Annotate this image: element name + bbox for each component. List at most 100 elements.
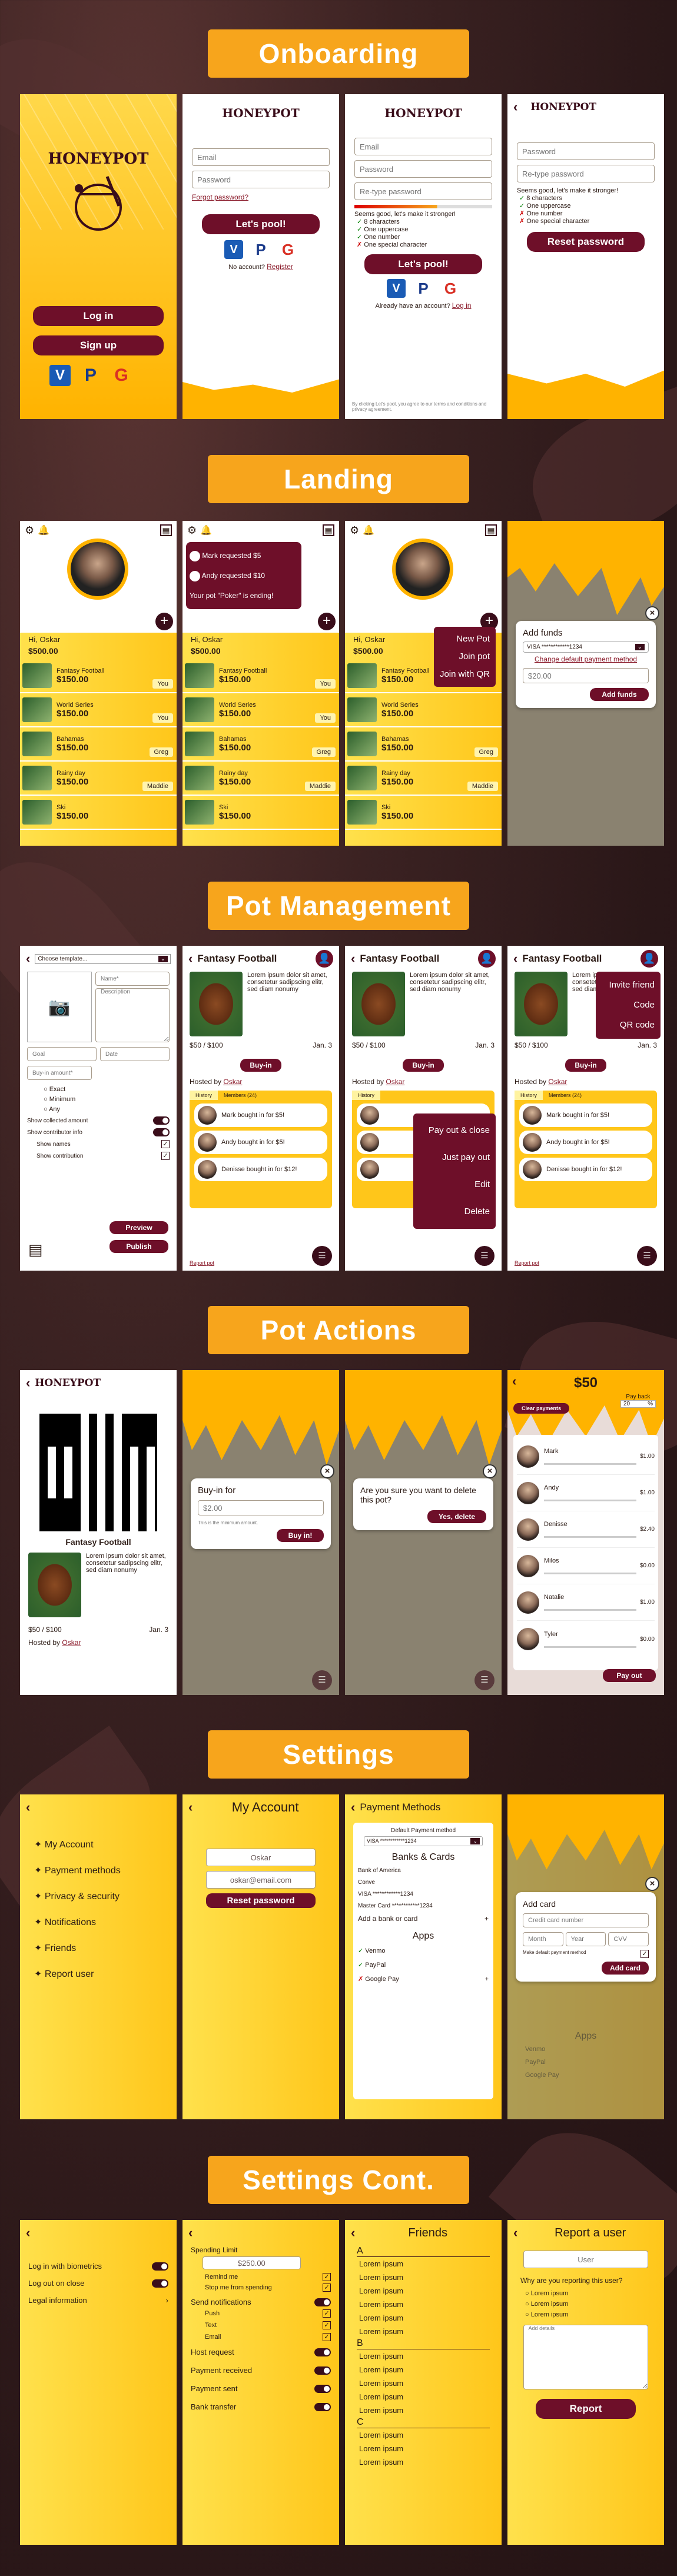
friend-item[interactable]: Lorem ipsum — [359, 2442, 490, 2455]
add-card-button[interactable]: Add card — [602, 1962, 649, 1975]
description-field[interactable] — [95, 988, 170, 1042]
join-pot-option[interactable]: Join pot — [440, 648, 490, 666]
friend-item[interactable]: Lorem ipsum — [359, 2455, 490, 2469]
back-icon[interactable]: ‹ — [26, 1800, 30, 1815]
friend-item[interactable]: Lorem ipsum — [359, 2257, 490, 2271]
host-link[interactable]: Oskar — [223, 1078, 242, 1086]
checkbox[interactable]: ✓ — [161, 1140, 170, 1148]
app-item[interactable]: ✓ Venmo — [358, 1944, 489, 1958]
name-field[interactable] — [205, 1849, 316, 1866]
checkbox[interactable]: ✓ — [323, 2333, 331, 2341]
settings-item-privacy[interactable]: ✦ Privacy & security — [34, 1884, 162, 1910]
qr-icon[interactable]: ▦ — [160, 524, 172, 536]
payout-button[interactable]: Pay out — [603, 1669, 656, 1682]
report-pot-link[interactable]: Report pot — [190, 1260, 214, 1266]
menu-icon[interactable]: ☰ — [312, 1246, 332, 1266]
settings-item-report[interactable]: ✦ Report user — [34, 1962, 162, 1987]
bell-icon[interactable]: 🔔 — [200, 524, 212, 536]
app-item[interactable]: ✗ Google Pay + — [358, 1972, 489, 1986]
notification-item[interactable]: Your pot "Poker" is ending! — [190, 586, 298, 606]
register-link[interactable]: Register — [267, 262, 293, 271]
back-icon[interactable]: ‹ — [512, 1374, 516, 1389]
retype-password-field[interactable] — [354, 182, 493, 200]
venmo-icon[interactable]: V — [49, 365, 71, 386]
buyin-field[interactable] — [27, 1066, 92, 1080]
report-pot-link[interactable]: Report pot — [515, 1260, 539, 1266]
checkbox[interactable]: ✓ — [323, 2321, 331, 2329]
user-field[interactable] — [523, 2251, 649, 2268]
report-button[interactable]: Report — [536, 2399, 636, 2419]
settings-item-notifications[interactable]: ✦ Notifications — [34, 1910, 162, 1936]
details-field[interactable] — [523, 2325, 649, 2389]
notification-item[interactable]: Andy requested $10 — [190, 566, 298, 586]
pot-item[interactable]: World Series $150.00 You — [182, 693, 339, 727]
back-icon[interactable]: ‹ — [513, 99, 517, 115]
back-icon[interactable]: ‹ — [188, 1800, 193, 1815]
back-icon[interactable]: ‹ — [188, 951, 193, 966]
user-icon[interactable]: 👤 — [641, 950, 658, 968]
new-pot-option[interactable]: New Pot — [440, 630, 490, 648]
friend-item[interactable]: Lorem ipsum — [359, 2349, 490, 2363]
payout-option[interactable]: Just pay out — [419, 1144, 490, 1171]
gear-icon[interactable]: ⚙ — [25, 524, 34, 537]
reason-option[interactable]: ○ Lorem ipsum — [525, 2309, 646, 2320]
qr-icon[interactable]: ▦ — [485, 524, 497, 536]
pot-item[interactable]: Bahamas $150.00 Greg — [20, 727, 177, 762]
buyin-button[interactable]: Buy-in — [240, 1059, 281, 1072]
add-funds-button[interactable]: Add funds — [590, 688, 649, 701]
pot-item[interactable]: Rainy day $150.00 Maddie — [345, 762, 502, 796]
host-link[interactable]: Oskar — [548, 1078, 567, 1086]
preview-button[interactable]: Preview — [109, 1221, 168, 1234]
reset-password-button[interactable]: Reset password — [527, 232, 645, 252]
user-icon[interactable]: 👤 — [478, 950, 496, 968]
bank-item[interactable]: Master Card ************1234 — [358, 1900, 489, 1912]
change-default-link[interactable]: Change default payment method — [523, 655, 649, 663]
date-field[interactable] — [100, 1047, 170, 1061]
friend-item[interactable]: Lorem ipsum — [359, 2376, 490, 2390]
toggle[interactable] — [153, 1128, 170, 1136]
tab-history[interactable]: History — [515, 1091, 543, 1100]
settings-item-friends[interactable]: ✦ Friends — [34, 1936, 162, 1962]
pot-item[interactable]: World Series $150.00 You — [20, 693, 177, 727]
edit-option[interactable]: Edit — [419, 1171, 490, 1198]
friend-item[interactable]: Lorem ipsum — [359, 2428, 490, 2442]
tab-history[interactable]: History — [352, 1091, 381, 1100]
pot-item[interactable]: Bahamas $150.00 Greg — [345, 727, 502, 762]
toggle[interactable] — [152, 2262, 168, 2271]
default-pm-select[interactable]: VISA ************1234 ⌄ — [364, 1836, 483, 1846]
back-icon[interactable]: ‹ — [26, 951, 30, 966]
bank-item[interactable]: Conve — [358, 1877, 489, 1889]
toggle[interactable] — [314, 2348, 331, 2356]
checkbox[interactable]: ✓ — [323, 2309, 331, 2318]
template-select[interactable]: Choose template... ⌄ — [35, 953, 171, 964]
pot-item[interactable]: Ski $150.00 — [20, 796, 177, 830]
plus-icon[interactable]: + — [155, 613, 173, 630]
invite-friend-option[interactable]: Invite friend — [602, 975, 655, 995]
qr-code-option[interactable]: QR code — [602, 1015, 655, 1035]
google-icon[interactable]: G — [278, 240, 297, 259]
settings-item-payment[interactable]: ✦ Payment methods — [34, 1858, 162, 1884]
close-icon[interactable]: × — [645, 606, 659, 620]
radio-any[interactable]: ○ Any — [44, 1105, 153, 1115]
friend-item[interactable]: Lorem ipsum — [359, 2325, 490, 2338]
checkbox[interactable]: ✓ — [323, 2284, 331, 2292]
clear-payments-button[interactable]: Clear payments — [513, 1403, 570, 1414]
settings-item-account[interactable]: ✦ My Account — [34, 1832, 162, 1858]
google-icon[interactable]: G — [111, 365, 132, 386]
amount-field[interactable] — [198, 1500, 324, 1515]
pot-item[interactable]: Fantasy Football $150.00 You — [182, 659, 339, 693]
bank-item[interactable]: VISA ************1234 — [358, 1889, 489, 1900]
password-field[interactable] — [191, 171, 330, 188]
close-icon[interactable]: × — [483, 1464, 497, 1478]
reason-option[interactable]: ○ Lorem ipsum — [525, 2299, 646, 2309]
buyin-button[interactable]: Buy-in — [565, 1059, 606, 1072]
toggle[interactable] — [153, 1116, 170, 1125]
venmo-icon[interactable]: V — [224, 240, 243, 259]
email-field[interactable] — [354, 138, 493, 155]
login-button[interactable]: Log in — [33, 306, 164, 326]
tab-history[interactable]: History — [190, 1091, 218, 1100]
card-number-field[interactable] — [523, 1913, 649, 1927]
email-field[interactable] — [191, 148, 330, 166]
paypal-icon[interactable]: P — [414, 279, 433, 298]
reset-password-button[interactable]: Reset password — [205, 1893, 316, 1908]
